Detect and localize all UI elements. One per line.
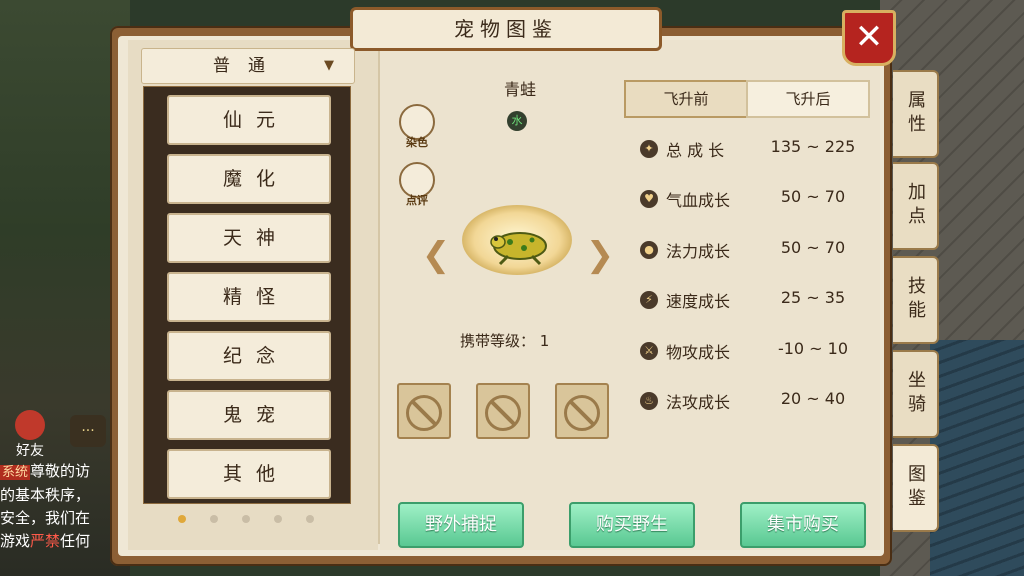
stat-name: 物攻成长 — [666, 343, 731, 362]
menu-item-tianshen[interactable]: 天神 — [167, 213, 331, 263]
next-arrow-icon[interactable]: ❯ — [580, 235, 620, 275]
dye-button[interactable]: 染色 — [399, 104, 435, 150]
stat-name: 法攻成长 — [666, 393, 731, 412]
growth-icon: ✦ — [640, 140, 658, 158]
chat-bubble-icon[interactable]: ··· — [70, 415, 106, 447]
menu-item-guichong[interactable]: 鬼宠 — [167, 390, 331, 440]
page-indicator — [172, 515, 322, 525]
forbidden-icon — [406, 395, 442, 431]
dropdown-arrow-icon: ▼ — [324, 58, 334, 73]
stat-name: 气血成长 — [666, 191, 731, 210]
chat-highlight: 严禁 — [30, 532, 61, 550]
dropdown-value: 普通 — [213, 56, 283, 76]
flame-icon: ♨ — [640, 392, 658, 410]
friend-button[interactable]: 好友 — [8, 410, 52, 460]
system-tag: 系统 — [0, 465, 31, 480]
tab-mount[interactable]: 坐骑 — [893, 350, 939, 438]
chat-text: 任何 — [60, 532, 91, 550]
tab-attributes[interactable]: 属性 — [893, 70, 939, 158]
carry-level: 携带等级： 1 — [460, 330, 610, 351]
carry-level-value: 1 — [539, 332, 550, 350]
ascension-tabs: 飞升前 飞升后 — [624, 80, 870, 118]
tab-skills[interactable]: 技能 — [893, 256, 939, 344]
sword-icon: ⚔ — [640, 342, 658, 360]
stat-physical-attack-growth: ⚔ 物攻成长 -10 ~ 10 — [640, 339, 870, 363]
menu-item-qita[interactable]: 其他 — [167, 449, 331, 499]
chat-line: 尊敬的访 — [30, 462, 91, 480]
divider — [378, 44, 380, 544]
friend-icon — [15, 410, 45, 440]
page-dot[interactable] — [306, 515, 314, 523]
stat-name: 速度成长 — [666, 292, 731, 311]
stat-range: 50 ~ 70 — [780, 238, 846, 257]
carry-level-label: 携带等级： — [460, 332, 536, 350]
forbidden-icon — [564, 395, 600, 431]
tab-add-points[interactable]: 加点 — [893, 162, 939, 250]
tab-after-ascension[interactable]: 飞升后 — [746, 80, 870, 118]
category-dropdown[interactable]: 普通 ▼ — [141, 48, 355, 84]
stat-magic-attack-growth: ♨ 法攻成长 20 ~ 40 — [640, 389, 870, 413]
tab-encyclopedia[interactable]: 图鉴 — [893, 444, 939, 532]
stat-name: 总 成 长 — [666, 141, 725, 160]
menu-item-mohua[interactable]: 魔化 — [167, 154, 331, 204]
page-dot[interactable] — [210, 515, 218, 523]
stat-range: -10 ~ 10 — [777, 339, 849, 358]
review-label: 点评 — [406, 194, 428, 207]
tab-before-ascension[interactable]: 飞升前 — [624, 80, 748, 118]
forbidden-icon — [485, 395, 521, 431]
stat-total-growth: ✦ 总 成 长 135 ~ 225 — [640, 137, 870, 161]
page-dot[interactable] — [242, 515, 250, 523]
skill-slot[interactable] — [476, 383, 530, 439]
stat-range: 50 ~ 70 — [780, 187, 846, 206]
speed-icon: ⚡ — [640, 291, 658, 309]
catch-in-wild-button[interactable]: 野外捕捉 — [398, 502, 524, 548]
menu-item-xianyuan[interactable]: 仙元 — [167, 95, 331, 145]
chat-text: 游戏 — [0, 532, 31, 550]
skill-slot[interactable] — [397, 383, 451, 439]
frog-sprite — [490, 232, 547, 266]
chat-log: 系统 尊敬的访 的基本秩序， 安全，我们在 游戏严禁任何 — [0, 460, 115, 553]
menu-item-jingguai[interactable]: 精怪 — [167, 272, 331, 322]
close-icon: ✕ — [854, 17, 884, 57]
heart-icon: ♥ — [640, 190, 658, 208]
chat-line: 的基本秩序， — [0, 486, 91, 504]
stat-range: 135 ~ 225 — [770, 137, 856, 156]
friend-label: 好友 — [16, 443, 44, 459]
stat-speed-growth: ⚡ 速度成长 25 ~ 35 — [640, 288, 870, 312]
market-buy-button[interactable]: 集市购买 — [740, 502, 866, 548]
window-title: 宠物图鉴 — [350, 7, 662, 51]
page-dot[interactable] — [274, 515, 282, 523]
water-element-icon: 水 — [507, 111, 527, 131]
menu-item-jinian[interactable]: 纪念 — [167, 331, 331, 381]
stat-name: 法力成长 — [666, 242, 731, 261]
pet-name: 青蛙 — [503, 80, 536, 99]
buy-wild-button[interactable]: 购买野生 — [569, 502, 695, 548]
prev-arrow-icon[interactable]: ❮ — [416, 235, 456, 275]
stat-mana-growth: ● 法力成长 50 ~ 70 — [640, 238, 870, 262]
dye-label: 染色 — [406, 136, 428, 149]
roof-tiles — [930, 340, 1024, 576]
review-button[interactable]: 点评 — [399, 162, 435, 208]
stat-hp-growth: ♥ 气血成长 50 ~ 70 — [640, 187, 870, 211]
mana-drop-icon: ● — [640, 241, 658, 259]
close-button[interactable]: ✕ — [842, 10, 896, 66]
skill-slot[interactable] — [555, 383, 609, 439]
chat-line: 安全，我们在 — [0, 509, 91, 527]
stat-range: 20 ~ 40 — [780, 389, 846, 408]
stat-range: 25 ~ 35 — [780, 288, 846, 307]
category-menu: 仙元 魔化 天神 精怪 纪念 鬼宠 其他 — [143, 86, 351, 504]
page-dot[interactable] — [178, 515, 186, 523]
